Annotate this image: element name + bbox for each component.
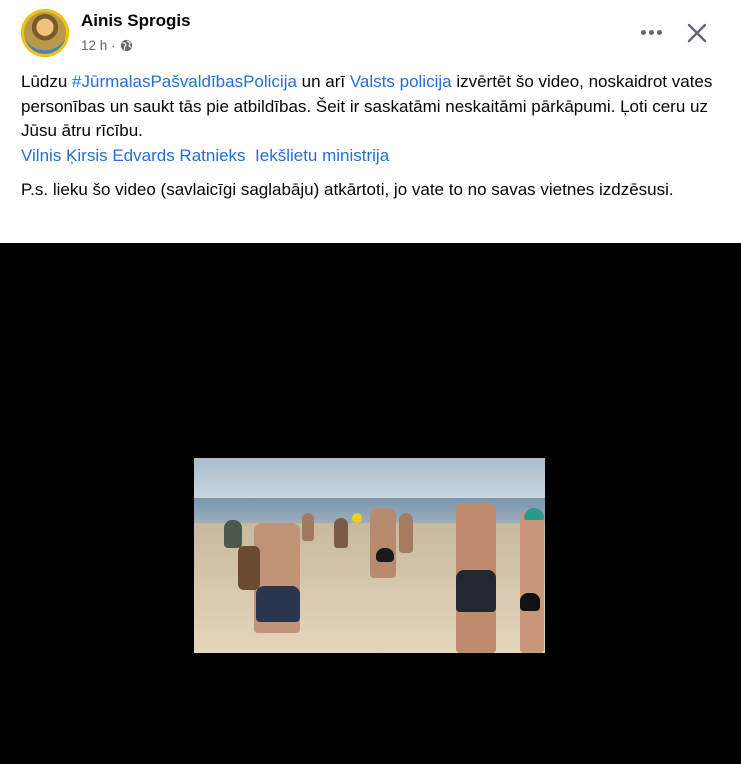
post-card: Ainis Sprogis 12 h · Lūdzu #JūrmalasPašv… <box>0 0 741 764</box>
video-thumbnail[interactable] <box>194 458 545 653</box>
meta-separator: · <box>111 38 116 53</box>
author-avatar[interactable] <box>21 9 69 57</box>
post-paragraph-2: P.s. lieku šo video (savlaicīgi saglabāj… <box>21 180 674 199</box>
more-dots-icon <box>640 29 646 35</box>
mention-ieksletu-ministrija[interactable]: Iekšlietu ministrija <box>255 146 389 165</box>
more-options-button[interactable] <box>633 16 669 48</box>
video-player[interactable] <box>0 243 741 764</box>
globe-icon <box>120 39 132 52</box>
hashtag-link[interactable]: #JūrmalasPašvaldībasPolicija <box>72 72 297 91</box>
mentions-line: Vilnis Ķirsis Edvards Ratnieks Iekšlietu… <box>21 144 726 169</box>
post-paragraph-1: Lūdzu #JūrmalasPašvaldībasPolicija un ar… <box>21 72 713 140</box>
author-name[interactable]: Ainis Sprogis <box>81 11 191 31</box>
post-text: Lūdzu #JūrmalasPašvaldībasPolicija un ar… <box>21 70 726 203</box>
mention-vilnis-kirsis[interactable]: Vilnis Ķirsis <box>21 146 108 165</box>
mention-valsts-policija[interactable]: Valsts policija <box>350 72 452 91</box>
mention-edvards-ratnieks[interactable]: Edvards Ratnieks <box>112 146 245 165</box>
post-time[interactable]: 12 h <box>81 38 107 53</box>
close-icon <box>687 23 707 43</box>
post-meta: 12 h · <box>81 38 133 53</box>
post-header: Ainis Sprogis 12 h · <box>0 0 741 64</box>
close-button[interactable] <box>679 15 715 51</box>
